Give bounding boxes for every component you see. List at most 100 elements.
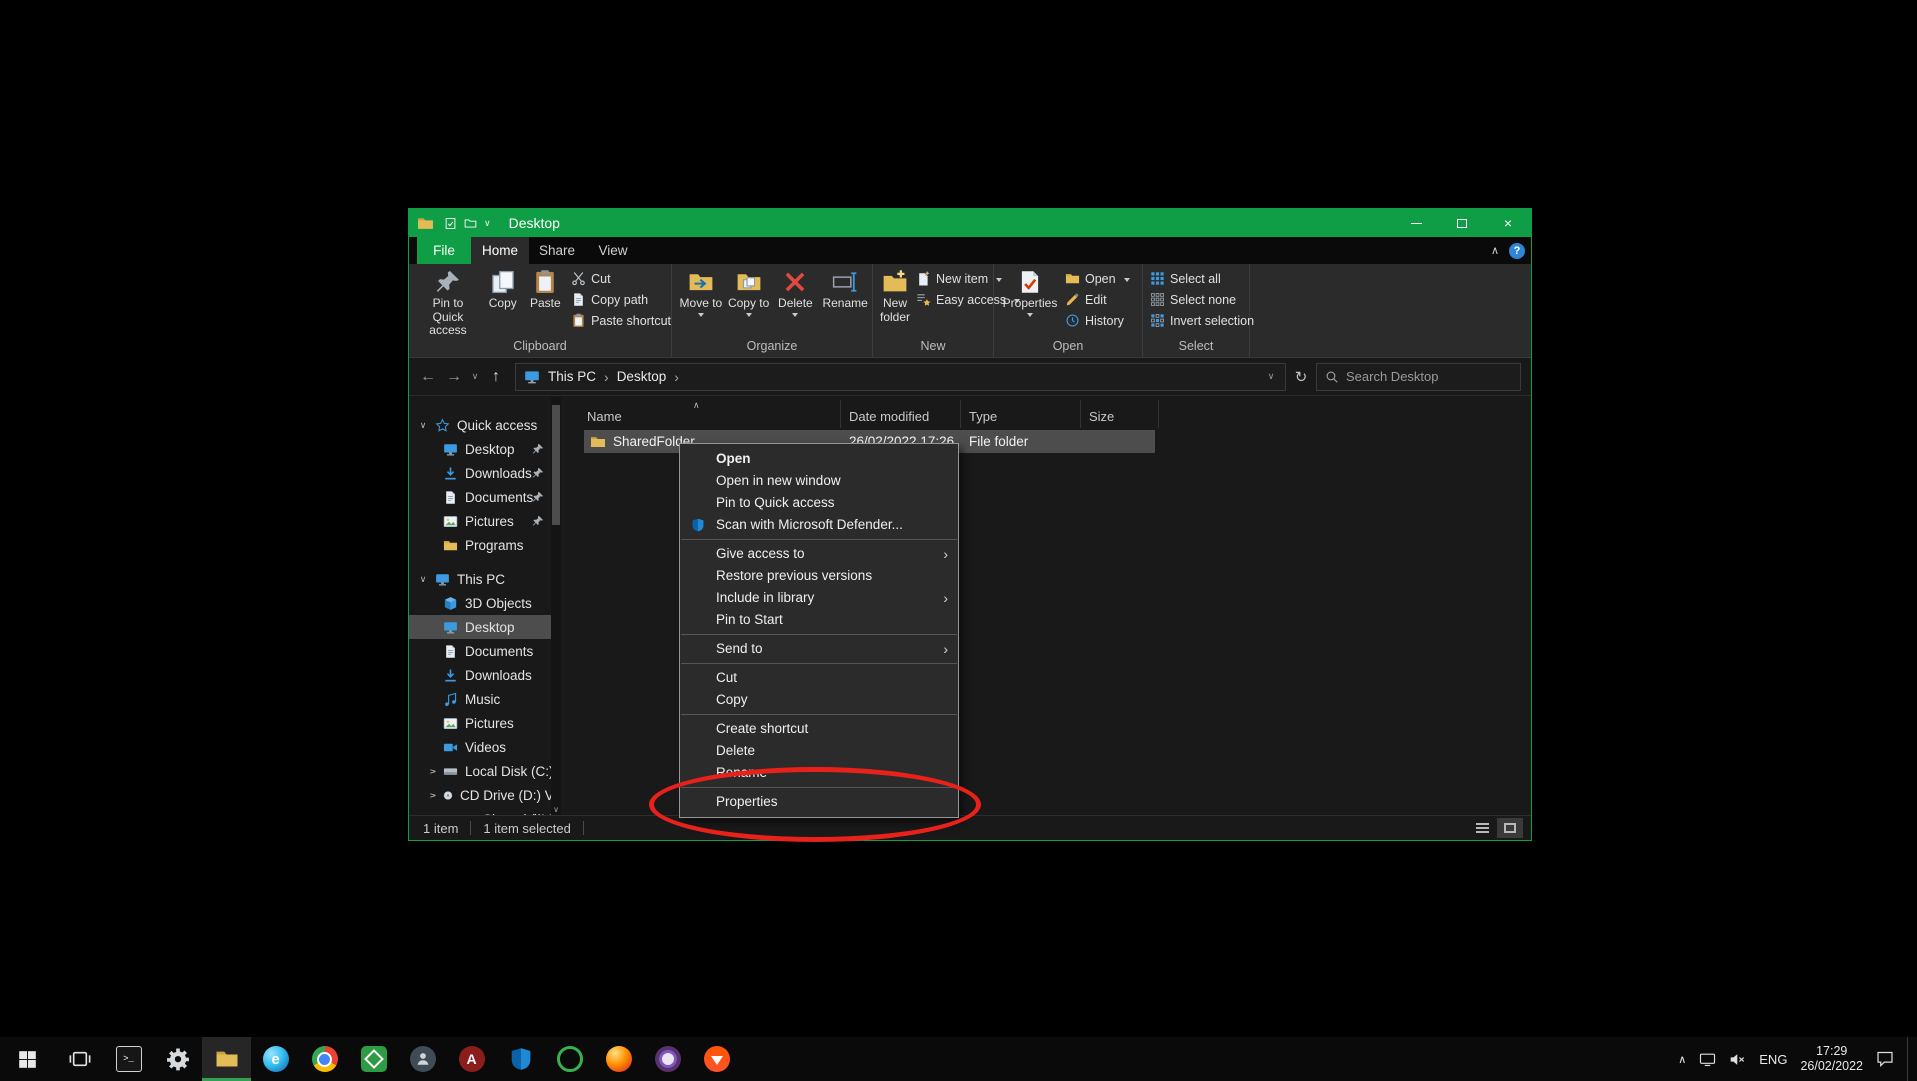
sidebar-item-local-disk-c[interactable]: ∨ Local Disk (C:) (409, 759, 561, 783)
qat-properties-icon[interactable] (444, 217, 457, 230)
context-menu-open[interactable]: Open (680, 448, 958, 470)
taskbar-virtualbox[interactable] (349, 1037, 398, 1081)
taskbar-green-app[interactable] (545, 1037, 594, 1081)
context-menu-create-shortcut[interactable]: Create shortcut (680, 718, 958, 740)
task-view-button[interactable] (55, 1037, 104, 1081)
delete-button[interactable]: Delete (773, 268, 819, 321)
context-menu-scan-with-defender[interactable]: Scan with Microsoft Defender... (680, 514, 958, 536)
taskbar-contacts[interactable] (398, 1037, 447, 1081)
close-button[interactable]: × (1485, 209, 1531, 237)
copy-to-button[interactable]: Copy to (725, 268, 773, 321)
maximize-button[interactable] (1439, 209, 1485, 237)
sidebar-item-3d-objects[interactable]: 3D Objects (409, 591, 561, 615)
breadcrumb-desktop[interactable]: Desktop (609, 369, 675, 384)
qat-new-folder-icon[interactable] (464, 217, 477, 230)
sidebar-item-vmshared[interactable]: ∨ vmShared (\\VB (409, 807, 561, 815)
context-menu-include-in-library[interactable]: Include in library › (680, 587, 958, 609)
select-none-button[interactable]: Select none (1150, 289, 1254, 310)
history-button[interactable]: History (1065, 310, 1130, 331)
sidebar-item-downloads-qa[interactable]: Downloads (409, 461, 561, 485)
sidebar-item-pictures-qa[interactable]: Pictures (409, 509, 561, 533)
pin-to-quick-access-button[interactable]: Pin to Quick access (414, 268, 482, 339)
context-menu-pin-to-start[interactable]: Pin to Start (680, 609, 958, 631)
refresh-button[interactable]: ↻ (1286, 363, 1316, 391)
invert-selection-button[interactable]: Invert selection (1150, 310, 1254, 331)
sidebar-item-quick-access[interactable]: ∨ Quick access (409, 413, 561, 437)
forward-button[interactable]: → (441, 363, 467, 391)
sidebar-item-videos[interactable]: Videos (409, 735, 561, 759)
breadcrumb-separator-icon[interactable]: › (674, 369, 679, 385)
tree-expand-icon[interactable]: ∨ (417, 574, 429, 585)
rename-button[interactable]: Rename (818, 268, 872, 312)
recent-locations-button[interactable]: ∨ (467, 363, 483, 391)
cut-button[interactable]: Cut (571, 268, 671, 289)
display-tray-icon[interactable] (1699, 1051, 1716, 1068)
start-button[interactable] (0, 1037, 55, 1081)
tab-file[interactable]: File (417, 237, 471, 264)
taskbar-settings[interactable] (153, 1037, 202, 1081)
back-button[interactable]: ← (415, 363, 441, 391)
column-header-name[interactable]: ∧ Name (561, 400, 841, 428)
edit-button[interactable]: Edit (1065, 289, 1130, 310)
copy-button[interactable]: Copy (482, 268, 524, 312)
sidebar-item-pictures[interactable]: Pictures (409, 711, 561, 735)
taskbar-file-explorer[interactable] (202, 1037, 251, 1081)
up-button[interactable]: ↑ (483, 363, 509, 391)
minimize-button[interactable] (1393, 209, 1439, 237)
scroll-down-icon[interactable]: ∨ (551, 805, 561, 814)
new-folder-button[interactable]: New folder (878, 268, 912, 325)
taskbar-tor[interactable] (643, 1037, 692, 1081)
sidebar-item-desktop-qa[interactable]: Desktop (409, 437, 561, 461)
scrollbar-thumb[interactable] (552, 405, 560, 525)
collapse-ribbon-icon[interactable]: ∧ (1491, 244, 1499, 257)
search-box[interactable] (1316, 363, 1521, 391)
clock[interactable]: 17:29 26/02/2022 (1800, 1044, 1863, 1074)
taskbar-remote-app[interactable]: A (447, 1037, 496, 1081)
taskbar-firefox[interactable] (594, 1037, 643, 1081)
column-header-type[interactable]: Type (961, 400, 1081, 428)
context-menu-delete[interactable]: Delete (680, 740, 958, 762)
move-to-button[interactable]: Move to (677, 268, 725, 321)
help-button[interactable]: ? (1509, 243, 1525, 259)
sidebar-item-downloads[interactable]: Downloads (409, 663, 561, 687)
paste-button[interactable]: Paste (524, 268, 568, 312)
context-menu-restore-previous-versions[interactable]: Restore previous versions (680, 565, 958, 587)
copy-path-button[interactable]: Copy path (571, 289, 671, 310)
show-desktop-button[interactable] (1907, 1037, 1913, 1081)
taskbar-terminal[interactable]: >_ (104, 1037, 153, 1081)
taskbar-chrome[interactable] (300, 1037, 349, 1081)
column-header-date-modified[interactable]: Date modified (841, 400, 961, 428)
tree-expand-icon[interactable]: ∨ (428, 789, 439, 801)
volume-muted-icon[interactable] (1729, 1051, 1746, 1068)
tree-expand-icon[interactable]: ∨ (428, 765, 439, 777)
address-box[interactable]: This PC › Desktop › ∨ (515, 363, 1286, 391)
column-header-size[interactable]: Size (1081, 400, 1159, 428)
hidden-icons-chevron[interactable]: ∧ (1678, 1053, 1686, 1066)
qat-customize-arrow-icon[interactable]: ∨ (484, 218, 491, 229)
select-all-button[interactable]: Select all (1150, 268, 1254, 289)
taskbar-brave[interactable] (692, 1037, 741, 1081)
language-indicator[interactable]: ENG (1759, 1052, 1787, 1067)
sidebar-item-documents[interactable]: Documents (409, 639, 561, 663)
search-input[interactable] (1346, 369, 1496, 384)
tab-view[interactable]: View (585, 237, 641, 264)
sidebar-item-documents-qa[interactable]: Documents (409, 485, 561, 509)
context-menu-copy[interactable]: Copy (680, 689, 958, 711)
tab-home[interactable]: Home (471, 237, 529, 264)
breadcrumb-this-pc[interactable]: This PC (540, 369, 604, 384)
sidebar-item-this-pc[interactable]: ∨ This PC (409, 567, 561, 591)
sidebar-item-cd-drive[interactable]: ∨ CD Drive (D:) Vir (409, 783, 561, 807)
context-menu-cut[interactable]: Cut (680, 667, 958, 689)
open-button[interactable]: Open (1065, 268, 1130, 289)
properties-button[interactable]: Properties (999, 268, 1061, 321)
tab-share[interactable]: Share (529, 237, 585, 264)
taskbar-defender[interactable] (496, 1037, 545, 1081)
context-menu-give-access-to[interactable]: Give access to › (680, 543, 958, 565)
context-menu-open-in-new-window[interactable]: Open in new window (680, 470, 958, 492)
thumbnail-view-button[interactable] (1497, 818, 1523, 838)
details-view-button[interactable] (1469, 818, 1495, 838)
paste-shortcut-button[interactable]: Paste shortcut (571, 310, 671, 331)
action-center-icon[interactable] (1876, 1050, 1894, 1068)
tree-expand-icon[interactable]: ∨ (417, 420, 429, 431)
sidebar-item-desktop[interactable]: Desktop (409, 615, 561, 639)
